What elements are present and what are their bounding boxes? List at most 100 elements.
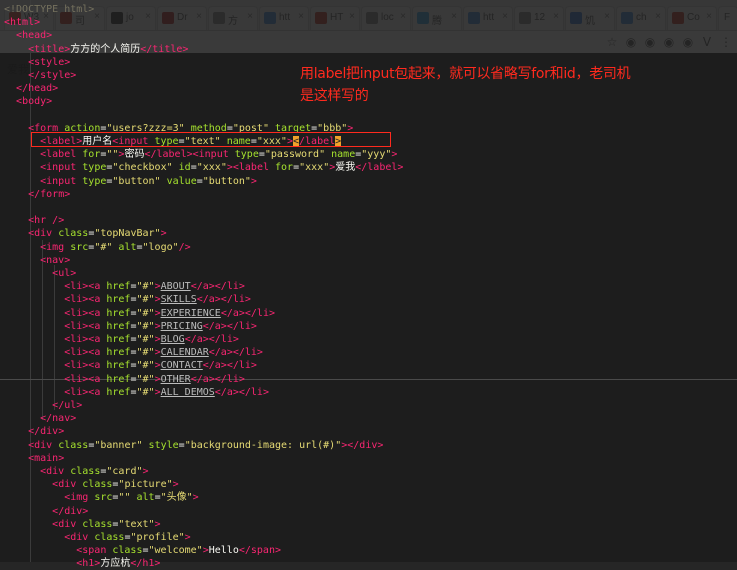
code-token: > [160,228,167,240]
code-token: <div [52,518,83,530]
code-token: alt [136,492,155,504]
code-token: SKILLS [160,294,197,306]
code-line[interactable]: <li><a href="#">BLOG</a></li> [4,333,239,346]
code-token: for [275,162,294,174]
code-line[interactable]: <nav> [4,254,70,267]
code-line[interactable]: <li><a href="#">CONTACT</a></li> [4,359,257,372]
code-token: <li><a [64,320,107,332]
code-line[interactable]: <input type="checkbox" id="xxx"><label f… [4,161,403,174]
code-token: </label> [355,162,404,174]
code-line[interactable]: </div> [4,505,88,518]
code-token: <span [76,545,113,557]
code-token: <input [40,175,83,187]
code-line[interactable]: <ul> [4,267,76,280]
code-token: "background-image: url(#)" [184,439,342,451]
code-token: <li><a [64,307,107,319]
code-token: ></div> [341,439,384,451]
code-token: </nav> [40,413,77,425]
code-token: <img [40,241,71,253]
code-line[interactable]: <html> [4,16,40,29]
code-token: "logo" [142,241,179,253]
code-token: "#" [136,334,155,345]
code-line[interactable]: <title>方方的个人简历</title> [4,43,188,56]
code-line[interactable]: <li><a href="#">ABOUT</a></li> [4,280,245,293]
code-token: <div [28,439,59,451]
code-line[interactable]: <h1>方应杭</h1> [4,557,160,570]
code-token: <main> [28,452,65,464]
code-line[interactable]: <li><a href="#">CALENDAR</a></li> [4,346,263,359]
code-line[interactable]: </div> [4,425,64,438]
code-token: <li><a [64,373,107,385]
code-token: "card" [106,466,143,477]
code-line[interactable]: <div class="text"> [4,518,161,531]
code-line[interactable]: </nav> [4,412,76,425]
code-token: <li><a [64,347,107,359]
code-line[interactable]: <hr /> [4,214,64,227]
code-token: 方应杭 [100,558,131,570]
code-token: 爱我 [335,162,356,174]
code-line[interactable]: </head> [4,82,58,95]
code-line[interactable]: <li><a href="#">SKILLS</a></li> [4,293,251,306]
code-line[interactable]: </style> [4,69,76,82]
code-line[interactable]: <main> [4,452,64,465]
code-token: > [154,518,161,530]
code-token: class [82,479,113,491]
code-token: "password" [264,149,326,161]
code-line[interactable]: <li><a href="#">ALL DEMOS</a></li> [4,386,269,399]
code-token: "#" [136,386,155,398]
code-token: <hr /> [28,215,65,227]
highlight-box [31,132,391,147]
code-line[interactable]: <li><a href="#">OTHER</a></li> [4,373,245,386]
code-token: "#" [136,281,155,293]
code-line[interactable]: <div class="picture"> [4,478,178,491]
code-token: href [106,307,131,319]
code-token: PRICING [160,320,203,332]
code-line[interactable]: <div class="profile"> [4,531,190,544]
code-line[interactable]: <head> [4,29,52,42]
code-line[interactable]: <!DOCTYPE html> [4,3,94,16]
code-line[interactable]: </ul> [4,399,82,412]
code-token: </div> [52,505,89,517]
code-line[interactable]: <div class="topNavBar"> [4,227,167,240]
annotation-text: 用label把input包起来，就可以省略写for和id，老司机是这样写的 [300,66,631,104]
code-token: </a></li> [196,294,251,306]
code-line[interactable]: </form> [4,188,70,201]
code-line[interactable]: <style> [4,56,70,69]
code-token: href [106,320,131,332]
code-line[interactable]: <div class="banner" style="background-im… [4,439,383,452]
code-line[interactable]: <body> [4,95,52,108]
code-token: Hello [208,545,239,557]
code-line[interactable]: <img src="#" alt="logo"/> [4,241,191,254]
code-token: </a></li> [190,281,245,293]
code-line[interactable]: <li><a href="#">EXPERIENCE</a></li> [4,307,275,320]
code-line[interactable]: <li><a href="#">PRICING</a></li> [4,320,257,333]
code-token: name [331,149,356,161]
code-token: "#" [94,241,113,253]
code-line[interactable]: <span class="welcome">Hello</span> [4,544,281,557]
code-line[interactable]: <input type="button" value="button"> [4,175,257,188]
code-token: </a></li> [214,386,269,398]
code-token: </form> [28,188,71,200]
code-token: "banner" [94,439,143,451]
code-token: </ul> [52,400,83,411]
code-token: href [106,386,131,398]
code-token: class [112,545,143,557]
code-line[interactable]: <div class="card"> [4,465,148,478]
code-line[interactable]: <img src="" alt="头像"> [4,491,198,504]
code-line[interactable]: <label for="">密码</label><input type="pas… [4,148,397,161]
code-token: <li><a [64,334,107,345]
code-token: </a></li> [190,373,245,385]
